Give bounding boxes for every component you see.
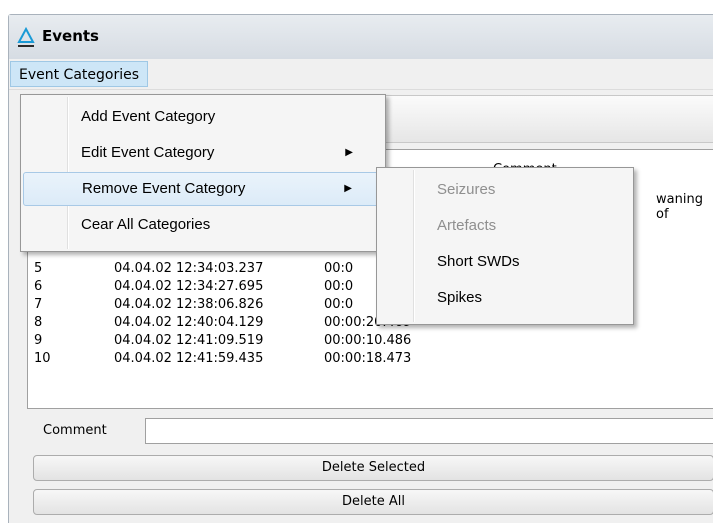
delete-selected-button[interactable]: Delete Selected (33, 455, 713, 481)
submenu-item-artefacts[interactable]: Artefacts (379, 209, 631, 243)
app-triangle-icon (17, 27, 35, 47)
title-bar[interactable]: Events (9, 15, 713, 59)
menu-event-categories[interactable]: Event Categories (10, 61, 149, 87)
submenu-arrow-icon: ▶ (345, 147, 353, 158)
menu-bar: Event Categories (9, 59, 713, 90)
table-row[interactable]: 9 04.04.02 12:41:09.519 00:00:10.486 (34, 333, 634, 351)
menu-item-clear-all-categories[interactable]: Cear All Categories (23, 208, 383, 242)
menu-item-remove-event-category[interactable]: Remove Event Category ▶ (23, 172, 383, 206)
submenu-item-short-swds[interactable]: Short SWDs (379, 245, 631, 279)
event-categories-menu: Add Event Category Edit Event Category ▶… (20, 94, 386, 252)
submenu-item-spikes[interactable]: Spikes (379, 281, 631, 315)
menu-item-add-event-category[interactable]: Add Event Category (23, 100, 383, 134)
window-title: Events (42, 27, 99, 45)
comment-row: Comment (27, 415, 713, 447)
comment-input[interactable] (145, 418, 713, 444)
menu-item-edit-event-category[interactable]: Edit Event Category ▶ (23, 136, 383, 170)
comment-label: Comment (43, 423, 107, 438)
delete-all-button[interactable]: Delete All (33, 489, 713, 515)
submenu-arrow-icon: ▶ (344, 183, 352, 194)
table-row[interactable]: 10 04.04.02 12:41:59.435 00:00:18.473 (34, 351, 634, 369)
remove-category-submenu: Seizures Artefacts Short SWDs Spikes (376, 167, 634, 325)
submenu-item-seizures[interactable]: Seizures (379, 173, 631, 207)
comment-cell: waning of (656, 192, 703, 222)
